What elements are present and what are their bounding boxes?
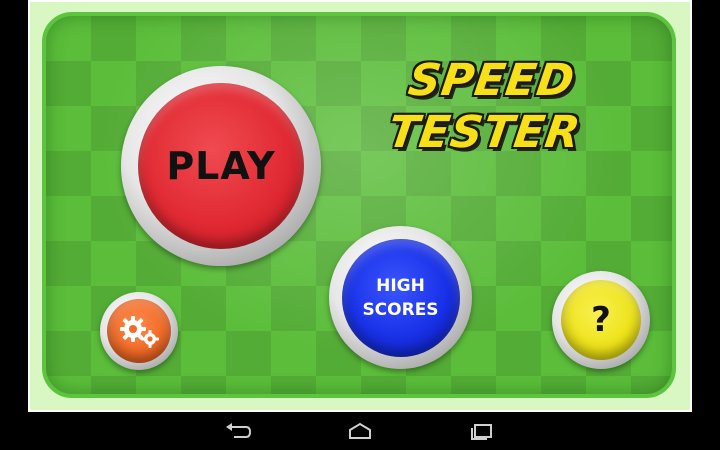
- nav-home-button[interactable]: [340, 418, 380, 444]
- settings-button[interactable]: [100, 292, 178, 370]
- help-button[interactable]: ?: [552, 271, 650, 369]
- help-button-face[interactable]: ?: [561, 280, 641, 360]
- play-button-face[interactable]: PLAY: [138, 83, 304, 249]
- nav-back-button[interactable]: [218, 418, 258, 444]
- title-line-2: TESTER: [384, 107, 584, 158]
- navigation-bar: [0, 412, 720, 450]
- game-title: SPEED TESTER: [351, 55, 626, 159]
- high-scores-label-line-1: HIGH: [376, 275, 425, 296]
- device-screen: SPEED TESTER PLAY HIGH SCORES ?: [0, 0, 720, 450]
- back-icon: [226, 423, 252, 438]
- high-scores-button-face[interactable]: HIGH SCORES: [341, 238, 460, 357]
- play-button-label: PLAY: [166, 144, 276, 188]
- game-screen: SPEED TESTER PLAY HIGH SCORES ?: [28, 0, 692, 412]
- title-line-1: SPEED: [405, 55, 579, 106]
- home-icon: [349, 422, 371, 439]
- gears-icon: [120, 316, 159, 348]
- settings-button-face[interactable]: [107, 299, 171, 363]
- help-button-label: ?: [591, 300, 611, 340]
- high-scores-button-label: HIGH SCORES: [362, 274, 438, 322]
- high-scores-button[interactable]: HIGH SCORES: [329, 226, 472, 369]
- play-button[interactable]: PLAY: [121, 66, 321, 266]
- high-scores-label-line-2: SCORES: [362, 299, 439, 320]
- nav-recent-apps-button[interactable]: [462, 418, 502, 444]
- recent-apps-icon: [471, 424, 492, 440]
